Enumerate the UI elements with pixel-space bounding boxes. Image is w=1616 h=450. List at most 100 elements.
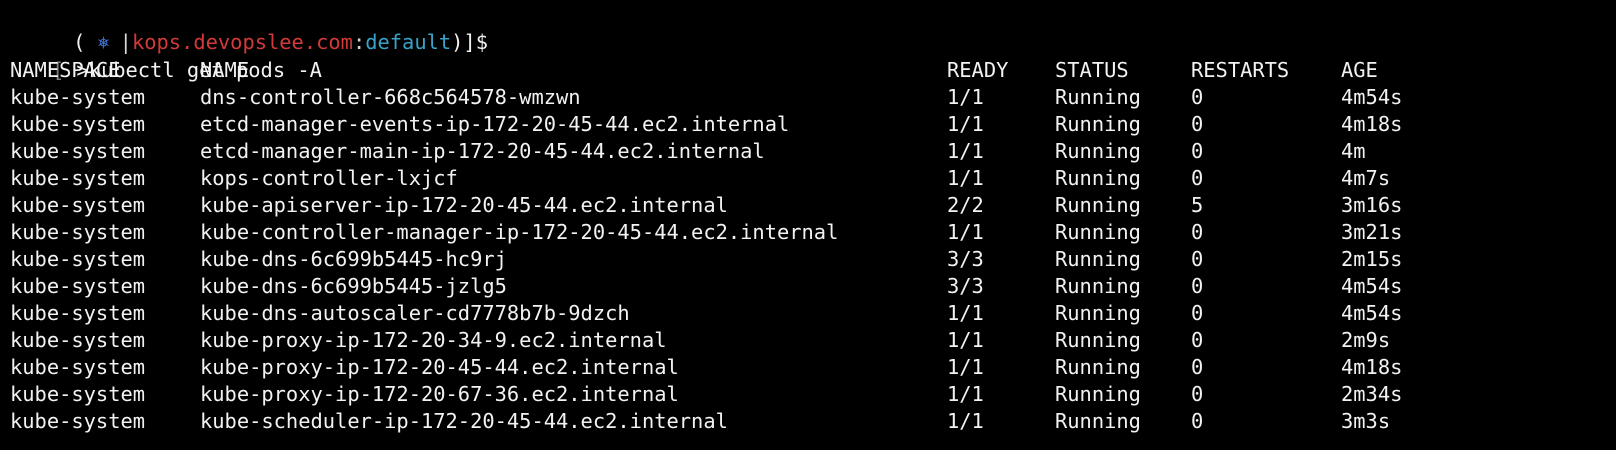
cell-age: 4m54s [1341, 274, 1403, 298]
cell-namespace: kube-system [10, 328, 146, 352]
cell-restarts: 0 [1191, 85, 1204, 109]
table-row: kube-system kube-scheduler-ip-172-20-45-… [0, 408, 1616, 435]
header-age: AGE [1341, 58, 1378, 82]
cell-age: 4m18s [1341, 112, 1403, 136]
cell-restarts: 0 [1191, 166, 1204, 190]
cell-age: 4m54s [1341, 85, 1403, 109]
cell-restarts: 0 [1191, 328, 1204, 352]
terminal-window[interactable]: (⎈ |kops.devopslee.com:default)]$ [>kubec… [0, 0, 1616, 450]
cell-ready: 1/1 [947, 220, 984, 244]
cell-ready: 3/3 [947, 247, 984, 271]
cell-namespace: kube-system [10, 166, 146, 190]
cell-ready: 1/1 [947, 139, 984, 163]
cell-ready: 3/3 [947, 274, 984, 298]
cell-name: kube-proxy-ip-172-20-34-9.ec2.internal [200, 328, 667, 352]
cell-age: 4m18s [1341, 355, 1403, 379]
cell-status: Running [1055, 220, 1141, 244]
cell-name: kube-dns-6c699b5445-jzlg5 [200, 274, 507, 298]
cell-ready: 2/2 [947, 193, 984, 217]
cell-status: Running [1055, 112, 1141, 136]
cell-age: 4m [1341, 139, 1366, 163]
cell-ready: 1/1 [947, 166, 984, 190]
cell-name: kube-controller-manager-ip-172-20-45-44.… [200, 220, 839, 244]
cell-age: 2m15s [1341, 247, 1403, 271]
cell-restarts: 0 [1191, 139, 1204, 163]
cell-age: 4m7s [1341, 166, 1391, 190]
table-row: kube-system kube-dns-6c699b5445-hc9rj 3/… [0, 246, 1616, 273]
prompt-close: )]$ [451, 30, 488, 54]
cell-restarts: 0 [1191, 247, 1204, 271]
cell-age: 3m21s [1341, 220, 1403, 244]
table-row: kube-system kops-controller-lxjcf 1/1 Ru… [0, 165, 1616, 192]
cell-status: Running [1055, 301, 1141, 325]
cell-ready: 1/1 [947, 301, 984, 325]
cell-namespace: kube-system [10, 85, 146, 109]
cell-namespace: kube-system [10, 274, 146, 298]
table-row: kube-system etcd-manager-events-ip-172-2… [0, 111, 1616, 138]
cell-ready: 1/1 [947, 328, 984, 352]
table-row: kube-system kube-proxy-ip-172-20-45-44.e… [0, 354, 1616, 381]
cell-name: kops-controller-lxjcf [200, 166, 458, 190]
cell-status: Running [1055, 274, 1141, 298]
cell-ready: 1/1 [947, 382, 984, 406]
cell-namespace: kube-system [10, 139, 146, 163]
header-status: STATUS [1055, 58, 1129, 82]
cell-age: 3m3s [1341, 409, 1391, 433]
cell-name: kube-proxy-ip-172-20-67-36.ec2.internal [200, 382, 679, 406]
cell-restarts: 0 [1191, 301, 1204, 325]
cell-status: Running [1055, 193, 1141, 217]
cell-name: kube-dns-6c699b5445-hc9rj [200, 247, 507, 271]
cell-namespace: kube-system [10, 409, 146, 433]
cell-status: Running [1055, 328, 1141, 352]
table-row: kube-system kube-dns-6c699b5445-jzlg5 3/… [0, 273, 1616, 300]
header-restarts: RESTARTS [1191, 58, 1290, 82]
cell-name: dns-controller-668c564578-wmzwn [200, 85, 581, 109]
cell-name: kube-dns-autoscaler-cd7778b7b-9dzch [200, 301, 630, 325]
table-row: kube-system kube-controller-manager-ip-1… [0, 219, 1616, 246]
cell-restarts: 0 [1191, 274, 1204, 298]
table-row: kube-system kube-proxy-ip-172-20-67-36.e… [0, 381, 1616, 408]
cell-restarts: 5 [1191, 193, 1204, 217]
prompt-colon: : [352, 30, 366, 54]
cell-namespace: kube-system [10, 301, 146, 325]
cell-restarts: 0 [1191, 220, 1204, 244]
kube-namespace: default [365, 30, 452, 54]
table-row: kube-system kube-proxy-ip-172-20-34-9.ec… [0, 327, 1616, 354]
cell-restarts: 0 [1191, 355, 1204, 379]
shell-prompt: (⎈ |kops.devopslee.com:default)]$ [0, 2, 488, 54]
header-ready: READY [947, 58, 1009, 82]
cell-namespace: kube-system [10, 247, 146, 271]
cell-status: Running [1055, 355, 1141, 379]
cell-status: Running [1055, 247, 1141, 271]
cell-age: 3m16s [1341, 193, 1403, 217]
cell-namespace: kube-system [10, 112, 146, 136]
cell-ready: 1/1 [947, 112, 984, 136]
table-row: kube-system etcd-manager-main-ip-172-20-… [0, 138, 1616, 165]
cell-age: 4m54s [1341, 301, 1403, 325]
cell-namespace: kube-system [10, 382, 146, 406]
cell-age: 2m9s [1341, 328, 1391, 352]
cell-name: etcd-manager-events-ip-172-20-45-44.ec2.… [200, 112, 790, 136]
cell-status: Running [1055, 166, 1141, 190]
table-row: kube-system kube-dns-autoscaler-cd7778b7… [0, 300, 1616, 327]
table-header: NAMESPACE NAME READY STATUS RESTARTS AGE [0, 57, 1616, 84]
table-row: kube-system dns-controller-668c564578-wm… [0, 84, 1616, 111]
cell-name: kube-scheduler-ip-172-20-45-44.ec2.inter… [200, 409, 728, 433]
cell-restarts: 0 [1191, 112, 1204, 136]
table-row: kube-system kube-apiserver-ip-172-20-45-… [0, 192, 1616, 219]
cell-name: kube-proxy-ip-172-20-45-44.ec2.internal [200, 355, 679, 379]
cell-name: etcd-manager-main-ip-172-20-45-44.ec2.in… [200, 139, 765, 163]
cell-ready: 1/1 [947, 355, 984, 379]
cell-status: Running [1055, 139, 1141, 163]
cell-namespace: kube-system [10, 220, 146, 244]
cell-status: Running [1055, 409, 1141, 433]
cell-namespace: kube-system [10, 193, 146, 217]
cell-ready: 1/1 [947, 409, 984, 433]
cell-namespace: kube-system [10, 355, 146, 379]
cell-restarts: 0 [1191, 409, 1204, 433]
command-line[interactable]: [>kubectl get pods -A [0, 30, 322, 82]
header-namespace: NAMESPACE [10, 58, 121, 82]
cell-status: Running [1055, 382, 1141, 406]
cell-age: 2m34s [1341, 382, 1403, 406]
cell-ready: 1/1 [947, 85, 984, 109]
